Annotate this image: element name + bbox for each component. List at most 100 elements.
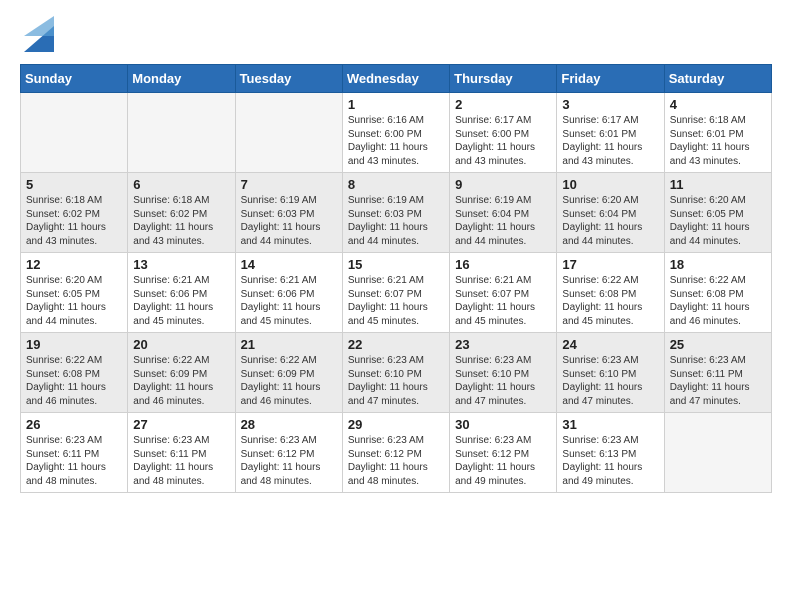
day-info: Sunrise: 6:17 AM Sunset: 6:01 PM Dayligh… — [562, 114, 658, 168]
day-number: 21 — [241, 337, 337, 352]
day-number: 6 — [133, 177, 229, 192]
day-info: Sunrise: 6:21 AM Sunset: 6:06 PM Dayligh… — [241, 274, 337, 328]
day-info: Sunrise: 6:23 AM Sunset: 6:12 PM Dayligh… — [455, 434, 551, 488]
calendar-cell: 6 Sunrise: 6:18 AM Sunset: 6:02 PM Daylig… — [128, 173, 235, 253]
calendar-cell: 2Sunrise: 6:17 AM Sunset: 6:00 PM Daylig… — [450, 93, 557, 173]
header — [20, 16, 772, 52]
calendar-cell: 31 Sunrise: 6:23 AM Sunset: 6:13 PM Dayli… — [557, 413, 664, 493]
week-row: 26 Sunrise: 6:23 AM Sunset: 6:11 PM Dayli… — [21, 413, 772, 493]
week-row: 12 Sunrise: 6:20 AM Sunset: 6:05 PM Dayli… — [21, 253, 772, 333]
week-row: 5 Sunrise: 6:18 AM Sunset: 6:02 PM Daylig… — [21, 173, 772, 253]
logo-icon — [24, 16, 54, 52]
day-info: Sunrise: 6:22 AM Sunset: 6:08 PM Dayligh… — [670, 274, 766, 328]
day-info: Sunrise: 6:18 AM Sunset: 6:01 PM Dayligh… — [670, 114, 766, 168]
day-info: Sunrise: 6:23 AM Sunset: 6:10 PM Dayligh… — [348, 354, 444, 408]
day-number: 1 — [348, 97, 444, 112]
day-info: Sunrise: 6:20 AM Sunset: 6:05 PM Dayligh… — [26, 274, 122, 328]
day-info: Sunrise: 6:22 AM Sunset: 6:09 PM Dayligh… — [241, 354, 337, 408]
calendar-cell: 7Sunrise: 6:19 AM Sunset: 6:03 PM Daylig… — [235, 173, 342, 253]
calendar-cell: 11 Sunrise: 6:20 AM Sunset: 6:05 PM Dayli… — [664, 173, 771, 253]
day-number: 26 — [26, 417, 122, 432]
calendar-table: SundayMondayTuesdayWednesdayThursdayFrid… — [20, 64, 772, 493]
calendar-cell — [21, 93, 128, 173]
day-info: Sunrise: 6:23 AM Sunset: 6:12 PM Dayligh… — [348, 434, 444, 488]
day-info: Sunrise: 6:21 AM Sunset: 6:07 PM Dayligh… — [455, 274, 551, 328]
day-info: Sunrise: 6:22 AM Sunset: 6:08 PM Dayligh… — [26, 354, 122, 408]
day-info: Sunrise: 6:23 AM Sunset: 6:11 PM Dayligh… — [26, 434, 122, 488]
weekday-friday: Friday — [557, 65, 664, 93]
weekday-saturday: Saturday — [664, 65, 771, 93]
calendar-cell: 13 Sunrise: 6:21 AM Sunset: 6:06 PM Dayli… — [128, 253, 235, 333]
day-number: 8 — [348, 177, 444, 192]
day-number: 14 — [241, 257, 337, 272]
day-number: 9 — [455, 177, 551, 192]
day-number: 27 — [133, 417, 229, 432]
calendar-cell: 15 Sunrise: 6:21 AM Sunset: 6:07 PM Dayli… — [342, 253, 449, 333]
calendar-cell — [128, 93, 235, 173]
calendar-cell: 25 Sunrise: 6:23 AM Sunset: 6:11 PM Dayli… — [664, 333, 771, 413]
day-number: 17 — [562, 257, 658, 272]
calendar-cell: 29Sunrise: 6:23 AM Sunset: 6:12 PM Dayli… — [342, 413, 449, 493]
day-info: Sunrise: 6:23 AM Sunset: 6:10 PM Dayligh… — [562, 354, 658, 408]
calendar-cell: 22 Sunrise: 6:23 AM Sunset: 6:10 PM Dayli… — [342, 333, 449, 413]
calendar-cell: 17 Sunrise: 6:22 AM Sunset: 6:08 PM Dayli… — [557, 253, 664, 333]
weekday-sunday: Sunday — [21, 65, 128, 93]
weekday-wednesday: Wednesday — [342, 65, 449, 93]
calendar-cell — [664, 413, 771, 493]
day-info: Sunrise: 6:16 AM Sunset: 6:00 PM Dayligh… — [348, 114, 444, 168]
day-number: 22 — [348, 337, 444, 352]
day-info: Sunrise: 6:23 AM Sunset: 6:13 PM Dayligh… — [562, 434, 658, 488]
day-number: 4 — [670, 97, 766, 112]
day-number: 23 — [455, 337, 551, 352]
day-number: 13 — [133, 257, 229, 272]
day-info: Sunrise: 6:20 AM Sunset: 6:05 PM Dayligh… — [670, 194, 766, 248]
day-number: 19 — [26, 337, 122, 352]
weekday-tuesday: Tuesday — [235, 65, 342, 93]
day-info: Sunrise: 6:22 AM Sunset: 6:08 PM Dayligh… — [562, 274, 658, 328]
day-info: Sunrise: 6:23 AM Sunset: 6:11 PM Dayligh… — [133, 434, 229, 488]
day-info: Sunrise: 6:21 AM Sunset: 6:06 PM Dayligh… — [133, 274, 229, 328]
calendar-cell: 8Sunrise: 6:19 AM Sunset: 6:03 PM Daylig… — [342, 173, 449, 253]
day-info: Sunrise: 6:19 AM Sunset: 6:03 PM Dayligh… — [241, 194, 337, 248]
calendar-cell: 9Sunrise: 6:19 AM Sunset: 6:04 PM Daylig… — [450, 173, 557, 253]
calendar-cell: 10Sunrise: 6:20 AM Sunset: 6:04 PM Dayli… — [557, 173, 664, 253]
day-number: 28 — [241, 417, 337, 432]
day-info: Sunrise: 6:23 AM Sunset: 6:11 PM Dayligh… — [670, 354, 766, 408]
calendar-cell — [235, 93, 342, 173]
day-number: 15 — [348, 257, 444, 272]
day-number: 25 — [670, 337, 766, 352]
day-info: Sunrise: 6:23 AM Sunset: 6:12 PM Dayligh… — [241, 434, 337, 488]
day-info: Sunrise: 6:21 AM Sunset: 6:07 PM Dayligh… — [348, 274, 444, 328]
day-number: 10 — [562, 177, 658, 192]
day-info: Sunrise: 6:23 AM Sunset: 6:10 PM Dayligh… — [455, 354, 551, 408]
weekday-thursday: Thursday — [450, 65, 557, 93]
calendar-cell: 12 Sunrise: 6:20 AM Sunset: 6:05 PM Dayli… — [21, 253, 128, 333]
day-number: 30 — [455, 417, 551, 432]
calendar-header: SundayMondayTuesdayWednesdayThursdayFrid… — [21, 65, 772, 93]
logo — [20, 16, 54, 52]
calendar-cell: 20Sunrise: 6:22 AM Sunset: 6:09 PM Dayli… — [128, 333, 235, 413]
calendar-cell: 27 Sunrise: 6:23 AM Sunset: 6:11 PM Dayli… — [128, 413, 235, 493]
week-row: 1 Sunrise: 6:16 AM Sunset: 6:00 PM Daylig… — [21, 93, 772, 173]
day-number: 24 — [562, 337, 658, 352]
calendar-cell: 1 Sunrise: 6:16 AM Sunset: 6:00 PM Daylig… — [342, 93, 449, 173]
calendar-cell: 16Sunrise: 6:21 AM Sunset: 6:07 PM Dayli… — [450, 253, 557, 333]
week-row: 19 Sunrise: 6:22 AM Sunset: 6:08 PM Dayli… — [21, 333, 772, 413]
calendar-cell: 28 Sunrise: 6:23 AM Sunset: 6:12 PM Dayli… — [235, 413, 342, 493]
day-number: 5 — [26, 177, 122, 192]
day-number: 11 — [670, 177, 766, 192]
page: SundayMondayTuesdayWednesdayThursdayFrid… — [0, 0, 792, 612]
calendar-cell: 4 Sunrise: 6:18 AM Sunset: 6:01 PM Daylig… — [664, 93, 771, 173]
weekday-row: SundayMondayTuesdayWednesdayThursdayFrid… — [21, 65, 772, 93]
calendar-cell: 24 Sunrise: 6:23 AM Sunset: 6:10 PM Dayli… — [557, 333, 664, 413]
day-info: Sunrise: 6:18 AM Sunset: 6:02 PM Dayligh… — [133, 194, 229, 248]
calendar-cell: 23 Sunrise: 6:23 AM Sunset: 6:10 PM Dayli… — [450, 333, 557, 413]
calendar-cell: 26 Sunrise: 6:23 AM Sunset: 6:11 PM Dayli… — [21, 413, 128, 493]
day-number: 31 — [562, 417, 658, 432]
day-number: 18 — [670, 257, 766, 272]
calendar-cell: 5Sunrise: 6:18 AM Sunset: 6:02 PM Daylig… — [21, 173, 128, 253]
day-number: 12 — [26, 257, 122, 272]
calendar-cell: 3Sunrise: 6:17 AM Sunset: 6:01 PM Daylig… — [557, 93, 664, 173]
calendar-body: 1 Sunrise: 6:16 AM Sunset: 6:00 PM Daylig… — [21, 93, 772, 493]
calendar-cell: 21 Sunrise: 6:22 AM Sunset: 6:09 PM Dayli… — [235, 333, 342, 413]
